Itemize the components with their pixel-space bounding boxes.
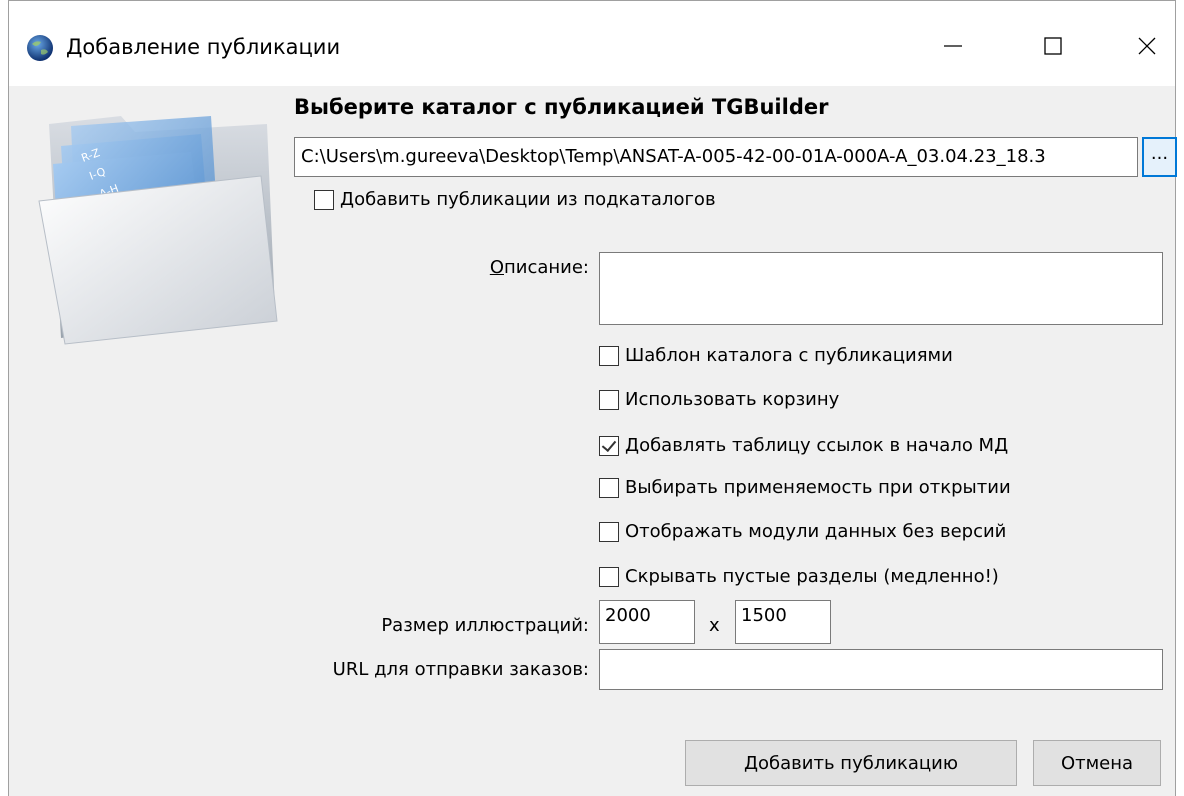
globe-icon xyxy=(27,35,53,61)
checkbox-box[interactable] xyxy=(314,190,334,210)
option-label: Использовать корзину xyxy=(625,389,840,410)
cancel-button[interactable]: Отмена xyxy=(1033,740,1161,786)
size-separator: x xyxy=(709,615,720,636)
window-title: Добавление публикации xyxy=(66,35,341,59)
close-button[interactable] xyxy=(1117,21,1177,71)
checkbox-box[interactable] xyxy=(599,390,619,410)
order-url-label: URL для отправки заказов: xyxy=(332,659,589,680)
illustration-height-input[interactable]: 1500 xyxy=(735,600,831,644)
option-checkbox-hide-empty[interactable]: Скрывать пустые разделы (медленно!) xyxy=(599,564,999,590)
checkbox-box-checked[interactable] xyxy=(599,436,619,456)
option-checkbox-applicability[interactable]: Выбирать применяемость при открытии xyxy=(599,475,1011,501)
order-url-input[interactable] xyxy=(599,649,1163,690)
browse-button[interactable]: ... xyxy=(1142,137,1177,177)
catalog-path-input[interactable]: C:\Users\m.gureeva\Desktop\Temp\ANSAT-A-… xyxy=(294,137,1138,177)
option-checkbox-link-table[interactable]: Добавлять таблицу ссылок в начало МД xyxy=(599,433,1008,459)
illustration-size-label: Размер иллюстраций: xyxy=(381,615,589,636)
option-checkbox-no-version-modules[interactable]: Отображать модули данных без версий xyxy=(599,519,1006,545)
illustration-width-input[interactable]: 2000 xyxy=(599,600,695,644)
option-checkbox-catalog-template[interactable]: Шаблон каталога с публикациями xyxy=(599,343,953,369)
option-label: Отображать модули данных без версий xyxy=(625,521,1007,542)
subcatalogs-checkbox[interactable]: Добавить публикации из подкаталогов xyxy=(314,187,716,213)
option-label: Шаблон каталога с публикациями xyxy=(625,345,953,366)
title-bar: Добавление публикации xyxy=(9,1,1175,86)
checkbox-box[interactable] xyxy=(599,522,619,542)
minimize-icon xyxy=(944,45,962,47)
folder-icon: R-Z I-Q A-H xyxy=(38,116,278,345)
description-textarea[interactable] xyxy=(599,252,1163,325)
maximize-icon xyxy=(1044,37,1062,55)
dialog-window: Добавление публикации R-Z I-Q A-H Выбери… xyxy=(8,0,1177,796)
option-label: Добавлять таблицу ссылок в начало МД xyxy=(625,435,1009,456)
subcatalogs-label: Добавить публикации из подкаталогов xyxy=(340,189,716,210)
checkbox-box[interactable] xyxy=(599,478,619,498)
close-icon xyxy=(1138,37,1156,55)
maximize-button[interactable] xyxy=(1023,21,1083,71)
checkbox-box[interactable] xyxy=(599,567,619,587)
option-label: Выбирать применяемость при открытии xyxy=(625,477,1011,498)
option-checkbox-use-trash[interactable]: Использовать корзину xyxy=(599,387,839,413)
add-publication-button[interactable]: Добавить публикацию xyxy=(685,740,1017,786)
checkbox-box[interactable] xyxy=(599,346,619,366)
option-label: Скрывать пустые разделы (медленно!) xyxy=(625,566,999,587)
description-label: Описание: xyxy=(489,257,589,278)
catalog-heading: Выберите каталог с публикацией TGBuilder xyxy=(294,95,829,119)
minimize-button[interactable] xyxy=(923,21,983,71)
